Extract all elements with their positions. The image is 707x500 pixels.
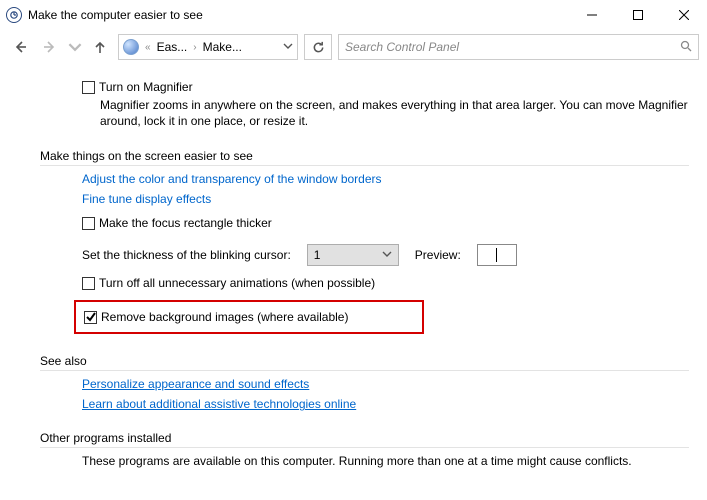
cursor-preview-line xyxy=(496,248,497,262)
link-adjust-color[interactable]: Adjust the color and transparency of the… xyxy=(82,172,689,186)
other-programs-description: These programs are available on this com… xyxy=(82,454,689,468)
turn-off-animations-label: Turn off all unnecessary animations (whe… xyxy=(99,276,375,290)
magnifier-checkbox[interactable] xyxy=(82,81,95,94)
section-see-also-heading: See also xyxy=(40,354,689,371)
forward-button[interactable] xyxy=(38,35,62,59)
refresh-button[interactable] xyxy=(304,34,332,60)
section-other-programs-heading: Other programs installed xyxy=(40,431,689,448)
magnifier-checkbox-row: Turn on Magnifier xyxy=(82,80,689,94)
magnifier-checkbox-label: Turn on Magnifier xyxy=(99,80,193,94)
focus-rectangle-label: Make the focus rectangle thicker xyxy=(99,216,272,230)
nav-row: « Eas... › Make... Search Control Panel xyxy=(0,30,707,64)
recent-locations-button[interactable] xyxy=(68,35,82,59)
close-button[interactable] xyxy=(661,0,707,30)
remove-background-checkbox[interactable] xyxy=(84,311,97,324)
turn-off-animations-row: Turn off all unnecessary animations (whe… xyxy=(82,276,689,290)
turn-off-animations-checkbox[interactable] xyxy=(82,277,95,290)
breadcrumb-chevron-icon: › xyxy=(193,42,196,53)
link-learn-assistive[interactable]: Learn about additional assistive technol… xyxy=(82,397,689,411)
window-buttons xyxy=(569,0,707,30)
focus-rectangle-checkbox[interactable] xyxy=(82,217,95,230)
app-icon xyxy=(6,7,22,23)
link-fine-tune[interactable]: Fine tune display effects xyxy=(82,192,689,206)
back-button[interactable] xyxy=(8,35,32,59)
magnifier-description: Magnifier zooms in anywhere on the scree… xyxy=(100,97,689,129)
breadcrumb-1[interactable]: Eas... xyxy=(157,40,188,54)
search-placeholder: Search Control Panel xyxy=(345,40,459,54)
up-button[interactable] xyxy=(88,35,112,59)
cursor-thickness-row: Set the thickness of the blinking cursor… xyxy=(82,244,689,266)
remove-background-row: Remove background images (where availabl… xyxy=(84,310,414,324)
search-input[interactable]: Search Control Panel xyxy=(338,34,699,60)
search-icon xyxy=(680,40,692,55)
section-make-things-heading: Make things on the screen easier to see xyxy=(40,149,689,166)
window-title: Make the computer easier to see xyxy=(28,8,203,22)
remove-background-highlight: Remove background images (where availabl… xyxy=(74,300,424,334)
control-panel-icon xyxy=(123,39,139,55)
cursor-preview xyxy=(477,244,517,266)
cursor-thickness-value: 1 xyxy=(314,248,321,262)
cursor-thickness-select[interactable]: 1 xyxy=(307,244,399,266)
chevron-down-icon xyxy=(382,248,392,262)
minimize-button[interactable] xyxy=(569,0,615,30)
remove-background-label: Remove background images (where availabl… xyxy=(101,310,348,324)
breadcrumb-sep: « xyxy=(145,42,151,53)
content: Turn on Magnifier Magnifier zooms in any… xyxy=(0,64,707,468)
maximize-button[interactable] xyxy=(615,0,661,30)
address-dropdown-icon[interactable] xyxy=(283,40,293,54)
address-bar[interactable]: « Eas... › Make... xyxy=(118,34,298,60)
focus-rectangle-row: Make the focus rectangle thicker xyxy=(82,216,689,230)
title-bar: Make the computer easier to see xyxy=(0,0,707,30)
breadcrumb-2[interactable]: Make... xyxy=(203,40,242,54)
preview-label: Preview: xyxy=(415,248,461,262)
cursor-thickness-label: Set the thickness of the blinking cursor… xyxy=(82,248,291,262)
link-personalize[interactable]: Personalize appearance and sound effects xyxy=(82,377,689,391)
